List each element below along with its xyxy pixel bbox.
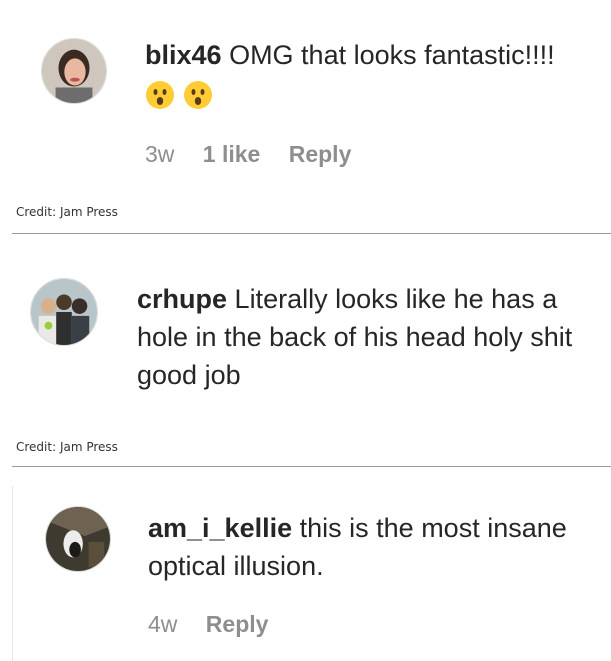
divider: [12, 233, 611, 234]
username[interactable]: crhupe: [137, 284, 227, 314]
comment-body: blix46 OMG that looks fantastic!!!!: [145, 36, 605, 112]
comment-blix46: blix46 OMG that looks fantastic!!!! 3w 1…: [0, 0, 611, 200]
astonished-face-icon: [145, 80, 175, 110]
avatar[interactable]: [30, 278, 98, 346]
comment-body: am_i_kellie this is the most insane opti…: [148, 509, 608, 585]
photo-credit: Credit: Jam Press: [16, 440, 118, 454]
username[interactable]: am_i_kellie: [148, 513, 292, 543]
comment-text: OMG that looks fantastic!!!!: [229, 40, 555, 70]
avatar[interactable]: [41, 38, 107, 104]
comment-am-i-kellie: am_i_kellie this is the most insane opti…: [0, 480, 611, 661]
photo-credit: Credit: Jam Press: [16, 205, 118, 219]
divider: [12, 466, 611, 467]
avatar[interactable]: [45, 506, 111, 572]
timestamp: 4w: [148, 611, 178, 637]
comment-crhupe: crhupe Literally looks like he has a hol…: [0, 240, 611, 440]
timestamp: 3w: [145, 141, 175, 167]
likes-count[interactable]: 1 like: [203, 141, 261, 167]
reply-button[interactable]: Reply: [289, 141, 352, 167]
comment-body: crhupe Literally looks like he has a hol…: [137, 280, 607, 394]
astonished-face-icon: [183, 80, 213, 110]
username[interactable]: blix46: [145, 40, 222, 70]
comment-meta: 3w 1 like Reply: [145, 141, 373, 168]
comment-meta: 4w Reply: [148, 611, 290, 638]
reply-button[interactable]: Reply: [206, 611, 269, 637]
